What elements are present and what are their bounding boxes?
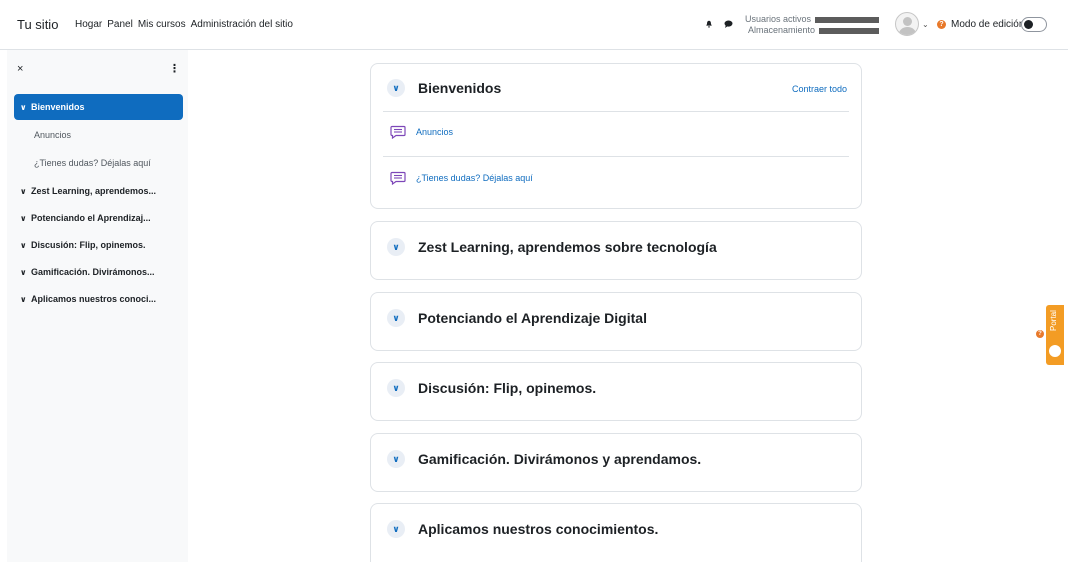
chat-icon[interactable] [724, 20, 733, 28]
activity-link[interactable]: ¿Tienes dudas? Déjalas aquí [416, 173, 533, 183]
course-index-label: Aplicamos nuestros conoci... [31, 294, 157, 304]
course-index-label: Potenciando el Aprendizaj... [31, 213, 151, 223]
section-header: ∨ Aplicamos nuestros conocimientos. [387, 520, 658, 538]
divider [383, 111, 849, 112]
portal-icon [1049, 345, 1061, 357]
course-index-label: Zest Learning, aprendemos... [31, 186, 157, 196]
active-users-bar [815, 16, 880, 23]
forum-icon [390, 171, 406, 185]
active-users-label: Usuarios activos [745, 14, 812, 24]
bell-icon[interactable] [705, 20, 713, 28]
kebab-menu-icon[interactable]: ⋮ [169, 62, 180, 75]
course-index-label: Gamificación. Divirámonos... [31, 267, 155, 277]
top-navbar: Tu sitio Hogar Panel Mis cursos Administ… [0, 0, 1068, 50]
portal-side-tab[interactable]: Portal [1046, 305, 1064, 365]
course-section-zest-learning: ∨ Zest Learning, aprendemos sobre tecnol… [370, 221, 862, 280]
nav-link-home[interactable]: Hogar [75, 19, 102, 30]
section-header: ∨ Bienvenidos [387, 79, 501, 97]
user-menu-chevron-down-icon[interactable]: ⌄ [922, 20, 929, 29]
edit-mode-label: Modo de edición [951, 19, 1025, 30]
chevron-down-icon: ∨ [20, 295, 27, 304]
course-index-item-aplicamos[interactable]: ∨ Aplicamos nuestros conoci... [14, 286, 183, 312]
course-section-gamificacion: ∨ Gamificación. Divirámonos y aprendamos… [370, 433, 862, 492]
course-index-item-gamificacion[interactable]: ∨ Gamificación. Divirámonos... [14, 259, 183, 285]
section-header: ∨ Discusión: Flip, opinemos. [387, 379, 596, 397]
help-icon[interactable]: ? [937, 20, 946, 29]
chevron-down-icon[interactable]: ∨ [387, 309, 405, 327]
portal-label: Portal [1049, 310, 1058, 331]
course-index-label: ¿Tienes dudas? Déjalas aquí [34, 158, 151, 168]
course-index-item-potenciando[interactable]: ∨ Potenciando el Aprendizaj... [14, 205, 183, 231]
activity-anuncios[interactable]: Anuncios [390, 125, 453, 139]
course-index-item-dudas[interactable]: ¿Tienes dudas? Déjalas aquí [14, 150, 183, 176]
chevron-down-icon: ∨ [20, 214, 27, 223]
section-title[interactable]: Aplicamos nuestros conocimientos. [418, 521, 658, 537]
close-icon[interactable]: × [17, 63, 23, 75]
activity-link[interactable]: Anuncios [416, 127, 453, 137]
chevron-down-icon[interactable]: ∨ [387, 520, 405, 538]
course-index-item-bienvenidos[interactable]: ∨ Bienvenidos [14, 94, 183, 120]
site-brand[interactable]: Tu sitio [17, 17, 58, 32]
activity-dudas[interactable]: ¿Tienes dudas? Déjalas aquí [390, 171, 533, 185]
course-section-potenciando: ∨ Potenciando el Aprendizaje Digital [370, 292, 862, 351]
course-index-item-anuncios[interactable]: Anuncios [14, 122, 183, 148]
section-title[interactable]: Potenciando el Aprendizaje Digital [418, 310, 647, 326]
chevron-down-icon[interactable]: ∨ [387, 379, 405, 397]
section-title[interactable]: Bienvenidos [418, 80, 501, 96]
nav-link-site-admin[interactable]: Administración del sitio [191, 19, 293, 30]
chevron-down-icon: ∨ [20, 103, 27, 112]
user-avatar-icon[interactable] [895, 12, 919, 36]
nav-link-my-courses[interactable]: Mis cursos [138, 19, 186, 30]
course-section-aplicamos: ∨ Aplicamos nuestros conocimientos. [370, 503, 862, 562]
storage-bar [819, 27, 880, 34]
chevron-down-icon: ∨ [20, 241, 27, 250]
course-index-item-zest-learning[interactable]: ∨ Zest Learning, aprendemos... [14, 178, 183, 204]
course-index-label: Discusión: Flip, opinemos. [31, 240, 146, 250]
usage-stats: Usuarios activos Almacenamiento [745, 14, 880, 36]
course-section-bienvenidos: ∨ Bienvenidos Contraer todo Anuncios ¿Ti… [370, 63, 862, 209]
collapse-all-link[interactable]: Contraer todo [792, 84, 847, 94]
section-header: ∨ Zest Learning, aprendemos sobre tecnol… [387, 238, 717, 256]
course-index-label: Anuncios [34, 130, 72, 140]
chevron-down-icon[interactable]: ∨ [387, 79, 405, 97]
forum-icon [390, 125, 406, 139]
nav-link-dashboard[interactable]: Panel [107, 19, 133, 30]
section-header: ∨ Gamificación. Divirámonos y aprendamos… [387, 450, 701, 468]
course-index-label: Bienvenidos [31, 102, 85, 112]
section-title[interactable]: Gamificación. Divirámonos y aprendamos. [418, 451, 701, 467]
course-section-discusion: ∨ Discusión: Flip, opinemos. [370, 362, 862, 421]
section-title[interactable]: Discusión: Flip, opinemos. [418, 380, 596, 396]
divider [383, 156, 849, 157]
storage-label: Almacenamiento [747, 25, 816, 35]
chevron-down-icon: ∨ [20, 187, 27, 196]
primary-navigation: Hogar Panel Mis cursos Administración de… [75, 19, 293, 30]
edit-mode-toggle[interactable] [1021, 17, 1047, 32]
section-title[interactable]: Zest Learning, aprendemos sobre tecnolog… [418, 239, 717, 255]
course-index-item-discusion[interactable]: ∨ Discusión: Flip, opinemos. [14, 232, 183, 258]
section-header: ∨ Potenciando el Aprendizaje Digital [387, 309, 647, 327]
chevron-down-icon[interactable]: ∨ [387, 450, 405, 468]
portal-help-icon[interactable]: ? [1036, 330, 1044, 338]
chevron-down-icon: ∨ [20, 268, 27, 277]
chevron-down-icon[interactable]: ∨ [387, 238, 405, 256]
